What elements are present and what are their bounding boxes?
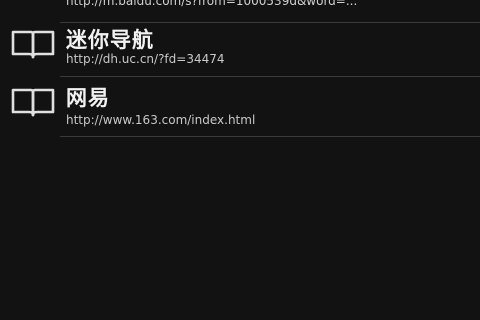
bookmark-url: http://dh.uc.cn/?fd=34474 [66, 52, 225, 66]
bookmark-item-163[interactable]: 网易 http://www.163.com/index.html [0, 82, 480, 132]
bookmark-item-mini-nav[interactable]: 迷你导航 http://dh.uc.cn/?fd=34474 [0, 24, 480, 74]
bookmark-title: 迷你导航 [66, 28, 154, 52]
bookmark-list-screen: http://m.baidu.com/s?from=1000539d&word=… [0, 0, 480, 320]
book-icon [10, 28, 56, 60]
bookmark-url: http://m.baidu.com/s?from=1000539d&word=… [66, 0, 358, 8]
book-icon [10, 86, 56, 118]
bookmark-item-partial[interactable]: http://m.baidu.com/s?from=1000539d&word=… [0, 0, 480, 20]
divider [60, 22, 480, 23]
bookmark-title: 网易 [66, 86, 110, 110]
divider [60, 76, 480, 77]
divider [60, 136, 480, 137]
bookmark-url: http://www.163.com/index.html [66, 113, 256, 127]
